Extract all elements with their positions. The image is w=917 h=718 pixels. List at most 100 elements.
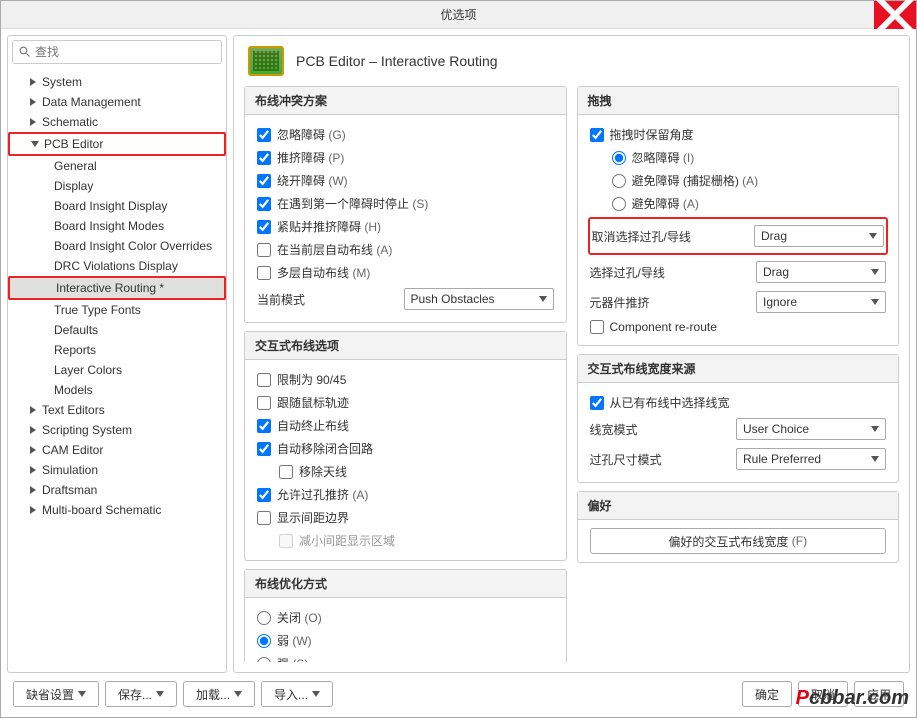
opt-stop-first[interactable]: 在遇到第一个障碍时停止 (S)	[257, 192, 554, 215]
save-button[interactable]: 保存...	[105, 681, 177, 707]
ok-button[interactable]: 确定	[742, 681, 792, 707]
chevron-down-icon	[156, 690, 164, 698]
rad-drag-avoid-snap[interactable]	[612, 174, 626, 188]
group-conflict-title: 布线冲突方案	[245, 87, 566, 115]
rad-weak[interactable]	[257, 634, 271, 648]
chk-restrict[interactable]	[257, 373, 271, 387]
tree-item-schematic[interactable]: Schematic	[8, 112, 226, 132]
opt-push-obstacles[interactable]: 推挤障碍 (P)	[257, 146, 554, 169]
chk-show-clear[interactable]	[257, 511, 271, 525]
tree-item-layer-colors[interactable]: Layer Colors	[8, 360, 226, 380]
opt-gloss-weak[interactable]: 弱 (W)	[257, 629, 554, 652]
rad-off[interactable]	[257, 611, 271, 625]
opt-gloss-off[interactable]: 关闭 (O)	[257, 606, 554, 629]
opt-gloss-strong[interactable]: 强 (S)	[257, 652, 554, 662]
page-header: PCB Editor – Interactive Routing	[234, 36, 909, 86]
chk-auto-remove[interactable]	[257, 442, 271, 456]
chk-auto-cur[interactable]	[257, 243, 271, 257]
select-current-mode[interactable]: Push Obstacles	[404, 288, 554, 310]
opt-pick-existing[interactable]: 从已有布线中选择线宽	[590, 391, 887, 414]
opt-component-reroute[interactable]: Component re-route	[590, 317, 887, 337]
select-via-mode[interactable]: Rule Preferred	[736, 448, 886, 470]
chk-auto-term[interactable]	[257, 419, 271, 433]
opt-restrict[interactable]: 限制为 90/45	[257, 368, 554, 391]
chk-preserve[interactable]	[590, 128, 604, 142]
tree-item-display[interactable]: Display	[8, 176, 226, 196]
chk-allow-via[interactable]	[257, 488, 271, 502]
tree-item-text-editors[interactable]: Text Editors	[8, 400, 226, 420]
tree-item-drc[interactable]: DRC Violations Display	[8, 256, 226, 276]
select-width-mode[interactable]: User Choice	[736, 418, 886, 440]
opt-follow[interactable]: 跟随鼠标轨迹	[257, 391, 554, 414]
apply-button[interactable]: 应用	[854, 681, 904, 707]
group-width-title: 交互式布线宽度来源	[578, 355, 899, 383]
rad-drag-ignore[interactable]	[612, 151, 626, 165]
chk-reduce	[279, 534, 293, 548]
tree-item-reports[interactable]: Reports	[8, 340, 226, 360]
search-input[interactable]	[35, 45, 215, 59]
chk-stop[interactable]	[257, 197, 271, 211]
tree-item-interactive-routing[interactable]: Interactive Routing *	[8, 276, 226, 300]
set-defaults-button[interactable]: 缺省设置	[13, 681, 99, 707]
select-unselected-via[interactable]: Drag	[754, 225, 884, 247]
row-current-mode: 当前模式 Push Obstacles	[257, 284, 554, 314]
rad-strong[interactable]	[257, 657, 271, 663]
chk-follow[interactable]	[257, 396, 271, 410]
tree-item-defaults[interactable]: Defaults	[8, 320, 226, 340]
group-width-source: 交互式布线宽度来源 从已有布线中选择线宽 线宽模式 User Choice 过孔…	[577, 354, 900, 483]
favorite-widths-button[interactable]: 偏好的交互式布线宽度 (F)	[590, 528, 887, 554]
tree-item-general[interactable]: General	[8, 156, 226, 176]
dialog-footer: 缺省设置 保存... 加载... 导入... 确定 取消 应用	[7, 673, 910, 711]
chk-auto-multi[interactable]	[257, 266, 271, 280]
import-button[interactable]: 导入...	[261, 681, 333, 707]
select-component-push[interactable]: Ignore	[756, 291, 886, 313]
tree-item-ttf[interactable]: True Type Fonts	[8, 300, 226, 320]
opt-drag-ignore[interactable]: 忽略障碍 (I)	[590, 146, 887, 169]
search-box[interactable]	[12, 40, 222, 64]
tree-item-simulation[interactable]: Simulation	[8, 460, 226, 480]
label-via-mode: 过孔尺寸模式	[590, 451, 729, 468]
tree-item-bi-display[interactable]: Board Insight Display	[8, 196, 226, 216]
tree-item-multiboard[interactable]: Multi-board Schematic	[8, 500, 226, 520]
opt-preserve-angle[interactable]: 拖拽时保留角度	[590, 123, 887, 146]
cancel-button[interactable]: 取消	[798, 681, 848, 707]
tree-item-pcb-editor[interactable]: PCB Editor	[8, 132, 226, 156]
label-selected-via: 选择过孔/导线	[590, 264, 749, 281]
opt-reduce-clearance: 减小间距显示区域	[257, 529, 554, 552]
tree-item-models[interactable]: Models	[8, 380, 226, 400]
chk-walk[interactable]	[257, 174, 271, 188]
tree-item-cam[interactable]: CAM Editor	[8, 440, 226, 460]
opt-hug-push[interactable]: 紧贴并推挤障碍 (H)	[257, 215, 554, 238]
chk-reroute[interactable]	[590, 320, 604, 334]
select-selected-via[interactable]: Drag	[756, 261, 886, 283]
close-button[interactable]	[874, 1, 916, 29]
chk-push[interactable]	[257, 151, 271, 165]
opt-ignore-obstacles[interactable]: 忽略障碍 (G)	[257, 123, 554, 146]
opt-auto-term[interactable]: 自动终止布线	[257, 414, 554, 437]
chk-hug[interactable]	[257, 220, 271, 234]
opt-walk-obstacles[interactable]: 绕开障碍 (W)	[257, 169, 554, 192]
tree-item-bi-modes[interactable]: Board Insight Modes	[8, 216, 226, 236]
opt-remove-antenna[interactable]: 移除天线	[257, 460, 554, 483]
load-button[interactable]: 加载...	[183, 681, 255, 707]
tree-item-bi-color[interactable]: Board Insight Color Overrides	[8, 236, 226, 256]
rad-drag-avoid[interactable]	[612, 197, 626, 211]
opt-drag-avoid-snap[interactable]: 避免障碍 (捕捉栅格) (A)	[590, 169, 887, 192]
nav-tree[interactable]: System Data Management Schematic PCB Edi…	[8, 68, 226, 672]
opt-auto-multi[interactable]: 多层自动布线 (M)	[257, 261, 554, 284]
opt-show-clearance[interactable]: 显示间距边界	[257, 506, 554, 529]
group-conflict: 布线冲突方案 忽略障碍 (G) 推挤障碍 (P) 绕开障碍 (W) 在遇到第一个…	[244, 86, 567, 323]
chk-ignore[interactable]	[257, 128, 271, 142]
tree-item-system[interactable]: System	[8, 72, 226, 92]
opt-drag-avoid[interactable]: 避免障碍 (A)	[590, 192, 887, 215]
opt-auto-current[interactable]: 在当前层自动布线 (A)	[257, 238, 554, 261]
tree-item-data-management[interactable]: Data Management	[8, 92, 226, 112]
chk-remove-ant[interactable]	[279, 465, 293, 479]
chk-pick[interactable]	[590, 396, 604, 410]
opt-allow-via[interactable]: 允许过孔推挤 (A)	[257, 483, 554, 506]
opt-auto-remove[interactable]: 自动移除闭合回路	[257, 437, 554, 460]
tree-item-scripting[interactable]: Scripting System	[8, 420, 226, 440]
nav-panel: System Data Management Schematic PCB Edi…	[7, 35, 227, 673]
tree-item-draftsman[interactable]: Draftsman	[8, 480, 226, 500]
pcb-chip-icon	[248, 46, 284, 76]
